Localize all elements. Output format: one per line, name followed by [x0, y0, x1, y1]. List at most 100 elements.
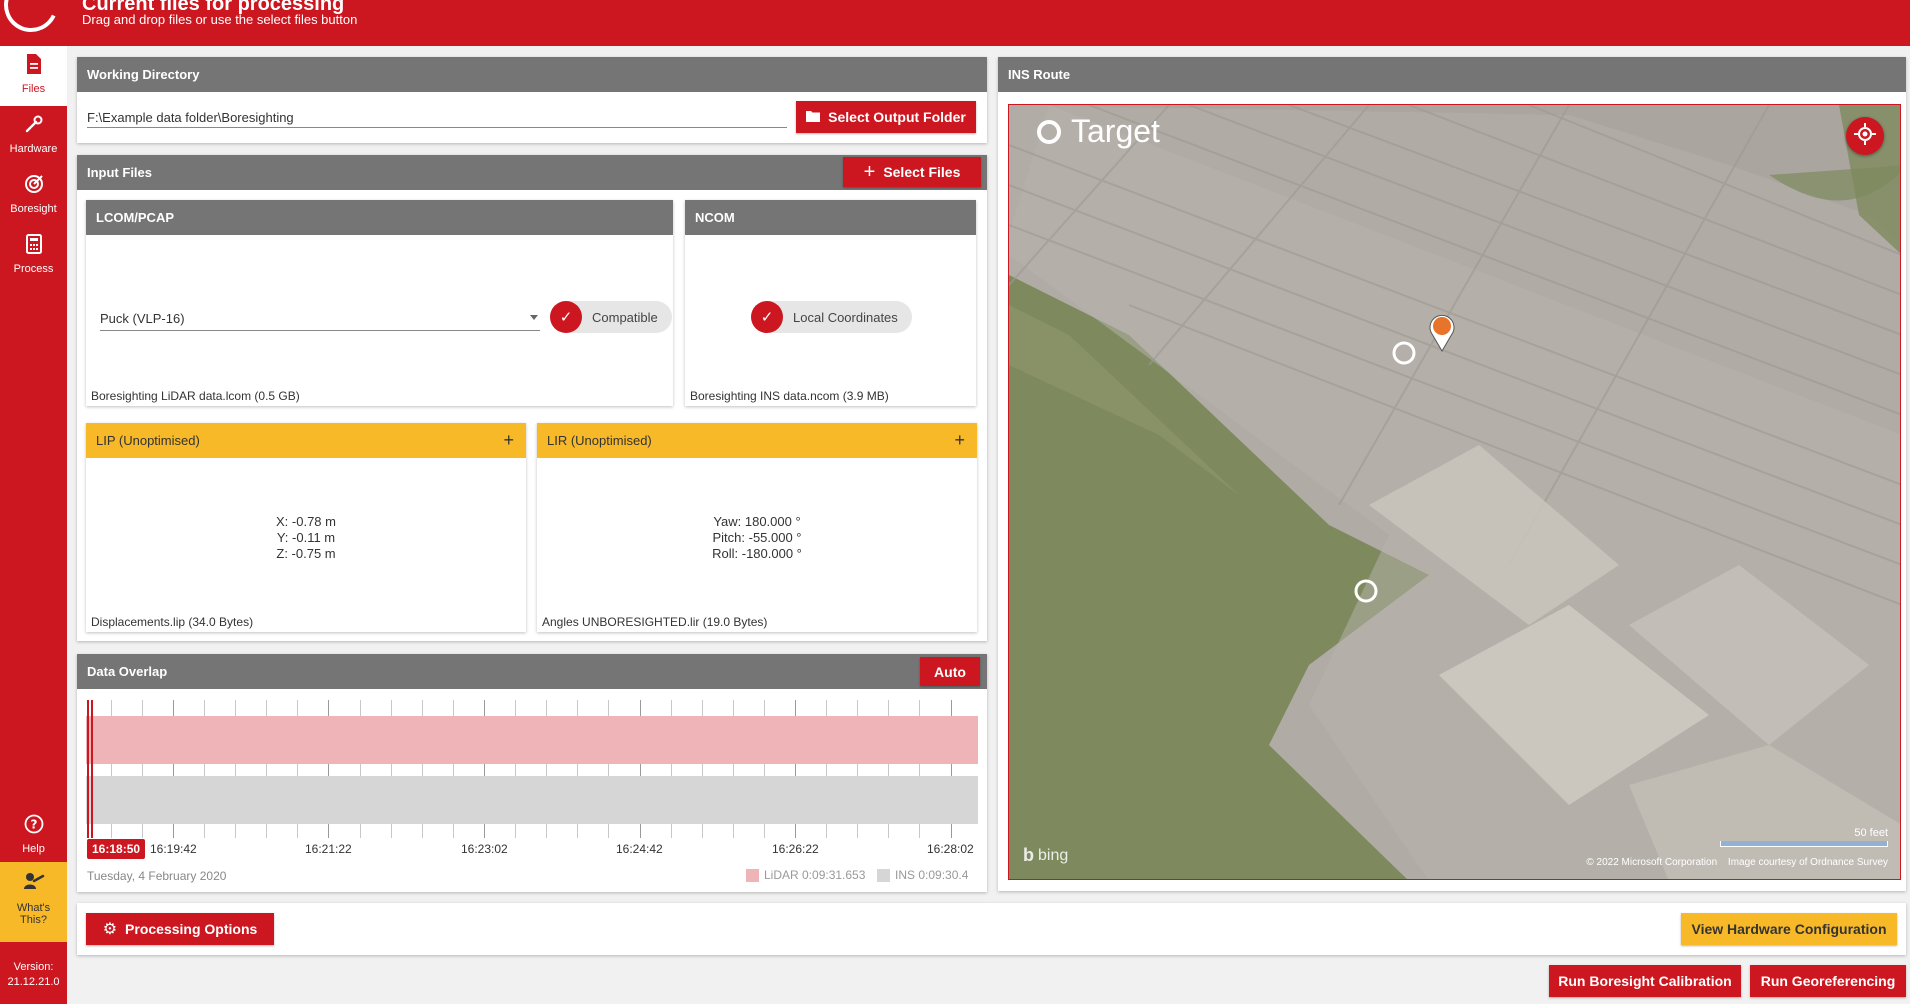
- lir-roll: Roll: -180.000 °: [712, 546, 802, 561]
- select-output-folder-button[interactable]: Select Output Folder: [796, 101, 976, 133]
- working-directory-input[interactable]: [87, 108, 787, 128]
- tick-label: 16:19:42: [150, 842, 197, 856]
- sidebar-item-files[interactable]: Files: [0, 46, 67, 106]
- ins-legend: INS 0:09:30.4: [877, 868, 968, 882]
- tick-label: 16:26:22: [772, 842, 819, 856]
- whats-this-button[interactable]: What's This?: [0, 862, 67, 942]
- input-files-panel: Input Files + Select Files LCOM/PCAP Puc…: [77, 155, 987, 641]
- sidebar-item-boresight[interactable]: Boresight: [0, 166, 67, 226]
- lip-title-label: LIP (Unoptimised): [96, 433, 200, 448]
- tick-label: 16:24:42: [616, 842, 663, 856]
- check-icon: ✓: [751, 301, 783, 333]
- help-icon: ?: [0, 814, 67, 840]
- wrench-icon: [0, 114, 67, 140]
- locate-button[interactable]: [1846, 117, 1884, 155]
- bing-logo: b bing: [1023, 845, 1068, 866]
- local-coordinates-label: Local Coordinates: [793, 309, 898, 325]
- processing-options-button[interactable]: ⚙ Processing Options: [86, 913, 274, 945]
- target-legend: Target: [1037, 113, 1160, 150]
- attribution-ms: © 2022 Microsoft Corporation: [1586, 857, 1718, 868]
- person-pointing-icon: [0, 872, 67, 896]
- ins-swatch: [877, 868, 890, 882]
- data-overlap-title: Data Overlap: [77, 654, 987, 689]
- lir-card: LIR (Unoptimised) + Yaw: 180.000 ° Pitch…: [537, 423, 977, 632]
- timeline-start-marker-2[interactable]: [91, 700, 93, 838]
- view-hardware-configuration-button[interactable]: View Hardware Configuration: [1681, 913, 1897, 945]
- sidebar-item-help[interactable]: ? Help: [0, 806, 67, 866]
- lidar-legend: LiDAR 0:09:31.653: [746, 868, 865, 882]
- version-label: Version:: [13, 961, 54, 973]
- calculator-icon: [0, 234, 67, 260]
- scale-label: 50 feet: [1854, 827, 1888, 839]
- check-icon: ✓: [550, 301, 582, 333]
- svg-text:?: ?: [30, 818, 37, 832]
- lcom-file-name: Boresighting LiDAR data.lcom (0.5 GB): [91, 389, 300, 403]
- lidar-swatch: [746, 868, 759, 882]
- lir-title: LIR (Unoptimised) +: [537, 423, 977, 458]
- lip-z: Z: -0.75 m: [276, 546, 336, 561]
- local-coordinates-chip: ✓ Local Coordinates: [751, 301, 912, 333]
- tick-label: 16:21:22: [305, 842, 352, 856]
- bing-label: bing: [1038, 846, 1069, 864]
- map-attribution: © 2022 Microsoft Corporation Image court…: [1586, 857, 1888, 868]
- lir-yaw: Yaw: 180.000 °: [713, 514, 801, 529]
- lcom-title: LCOM/PCAP: [86, 200, 673, 235]
- run-boresight-calibration-button[interactable]: Run Boresight Calibration: [1549, 965, 1741, 997]
- sidebar-item-label: Hardware: [9, 143, 58, 155]
- ins-route-map[interactable]: Target b bing 50 feet © 2022 Microsoft C…: [1008, 104, 1901, 880]
- lir-values: Yaw: 180.000 ° Pitch: -55.000 ° Roll: -1…: [537, 514, 977, 562]
- lip-x: X: -0.78 m: [276, 514, 336, 529]
- plus-icon: +: [863, 161, 876, 183]
- help-label: Help: [22, 843, 45, 855]
- lidar-device-select[interactable]: Puck (VLP-16): [100, 307, 540, 331]
- page-subtitle: Drag and drop files or use the select fi…: [82, 12, 358, 27]
- ins-coverage-bar: [86, 776, 978, 824]
- sidebar-item-label: Boresight: [10, 203, 57, 215]
- ncom-title: NCOM: [685, 200, 976, 235]
- lip-card: LIP (Unoptimised) + X: -0.78 m Y: -0.11 …: [86, 423, 526, 632]
- gear-icon: ⚙: [102, 921, 118, 938]
- ncom-file-name: Boresighting INS data.ncom (3.9 MB): [690, 389, 889, 403]
- ncom-card: NCOM ✓ Local Coordinates Boresighting IN…: [685, 200, 976, 406]
- lir-pitch: Pitch: -55.000 °: [712, 530, 802, 545]
- lir-title-label: LIR (Unoptimised): [547, 433, 652, 448]
- attribution-os: Image courtesy of Ordnance Survey: [1727, 857, 1888, 868]
- lip-values: X: -0.78 m Y: -0.11 m Z: -0.75 m: [86, 514, 526, 562]
- lip-y: Y: -0.11 m: [276, 530, 336, 545]
- map-scale: 50 feet: [1720, 827, 1888, 847]
- processing-options-label: Processing Options: [125, 921, 258, 937]
- chevron-down-icon: [530, 315, 538, 320]
- crosshair-icon: [1854, 122, 1876, 150]
- version-value: 21.12.21.0: [7, 976, 60, 988]
- working-directory-panel: Working Directory Select Output Folder: [77, 57, 987, 143]
- bing-b-icon: b: [1023, 845, 1034, 865]
- timeline-date: Tuesday, 4 February 2020: [87, 869, 227, 883]
- location-pin-icon[interactable]: [1427, 312, 1457, 357]
- timeline-start-time: 16:18:50: [87, 839, 146, 859]
- data-overlap-timeline[interactable]: [86, 700, 978, 838]
- lcom-card: LCOM/PCAP Puck (VLP-16) ✓ Compatible Bor…: [86, 200, 673, 406]
- auto-button[interactable]: Auto: [920, 657, 980, 686]
- tick-label: 16:28:02: [927, 842, 974, 856]
- whats-this-label-line1: What's: [16, 902, 51, 914]
- lidar-device-value: Puck (VLP-16): [100, 311, 185, 326]
- lir-add-icon[interactable]: +: [954, 423, 965, 458]
- lidar-legend-label: LiDAR 0:09:31.653: [764, 868, 866, 882]
- select-files-label: Select Files: [883, 164, 961, 180]
- compatible-label: Compatible: [592, 309, 658, 325]
- timeline-start-marker[interactable]: [87, 700, 89, 838]
- working-directory-title: Working Directory: [77, 57, 987, 92]
- whats-this-label-line2: This?: [20, 914, 47, 926]
- ins-legend-label: INS 0:09:30.4: [895, 868, 969, 882]
- sidebar-item-hardware[interactable]: Hardware: [0, 106, 67, 166]
- lip-add-icon[interactable]: +: [503, 423, 514, 458]
- app-header: Current files for processing Drag and dr…: [0, 0, 1910, 46]
- aerial-map-image: [1009, 105, 1900, 879]
- target-label: Target: [1071, 113, 1160, 149]
- run-georeferencing-button[interactable]: Run Georeferencing: [1750, 965, 1906, 997]
- sidebar-item-label: Process: [13, 263, 54, 275]
- target-ring-icon: [1037, 119, 1061, 144]
- lidar-coverage-bar: [86, 716, 978, 764]
- select-files-button[interactable]: + Select Files: [843, 157, 981, 187]
- sidebar-item-process[interactable]: Process: [0, 226, 67, 286]
